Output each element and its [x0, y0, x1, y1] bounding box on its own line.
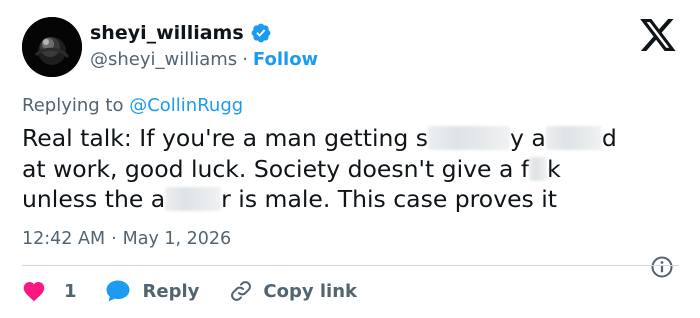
link-icon	[231, 281, 252, 301]
timestamp-separator: ·	[111, 229, 117, 249]
reply-label: Reply	[142, 280, 200, 302]
info-icon[interactable]	[650, 255, 674, 279]
author-display-name[interactable]: sheyi_williams	[90, 21, 244, 45]
author-handle-row: @sheyi_williams · Follow	[90, 48, 318, 72]
copy-link-button[interactable]: Copy link	[229, 279, 357, 303]
tweet-text-segment: at work, good luck. Society doesn't give…	[22, 154, 530, 183]
x-logo-icon[interactable]	[640, 19, 676, 51]
handle-separator: ·	[242, 49, 248, 70]
replying-to: Replying to @CollinRugg	[22, 94, 243, 118]
tweet-text-segment: r is male. This case proves it	[221, 185, 558, 213]
tweet-text-segment: Real talk: If you're a man getting s	[22, 124, 429, 152]
tweet-time: 12:42 AM	[22, 229, 106, 249]
follow-button[interactable]: Follow	[253, 49, 318, 70]
censored-word-blur	[545, 126, 602, 150]
author-handle[interactable]: @sheyi_williams	[90, 49, 237, 70]
censored-word-blur	[529, 156, 548, 181]
tweet-text-segment: unless the a	[22, 185, 166, 213]
like-count: 1	[64, 280, 77, 302]
reply-bubble-icon	[106, 280, 130, 302]
censored-word-blur	[165, 187, 222, 211]
tweet-actions: 1 Reply Copy link	[22, 278, 357, 304]
avatar[interactable]	[22, 17, 82, 77]
avatar-image	[22, 17, 82, 77]
divider	[22, 265, 679, 266]
tweet-text-segment: y a	[510, 124, 546, 152]
author-name-row: sheyi_williams	[90, 21, 272, 45]
tweet-timestamp[interactable]: 12:42 AM · May 1, 2026	[22, 228, 231, 250]
heart-icon	[23, 282, 45, 302]
reply-button[interactable]: Reply	[105, 279, 200, 303]
copy-link-label: Copy link	[263, 280, 357, 302]
censored-word-blur	[428, 126, 511, 150]
tweet-date: May 1, 2026	[122, 229, 232, 249]
verified-badge-icon	[251, 23, 271, 43]
replying-to-prefix: Replying to	[22, 95, 124, 116]
tweet-text-segment: d	[601, 124, 617, 152]
tweet-text: Real talk: If you're a man getting s y a d…	[22, 123, 672, 215]
like-button[interactable]: 1	[22, 280, 77, 302]
tweet-text-segment: k	[547, 154, 561, 183]
replying-to-mention[interactable]: @CollinRugg	[129, 95, 243, 116]
